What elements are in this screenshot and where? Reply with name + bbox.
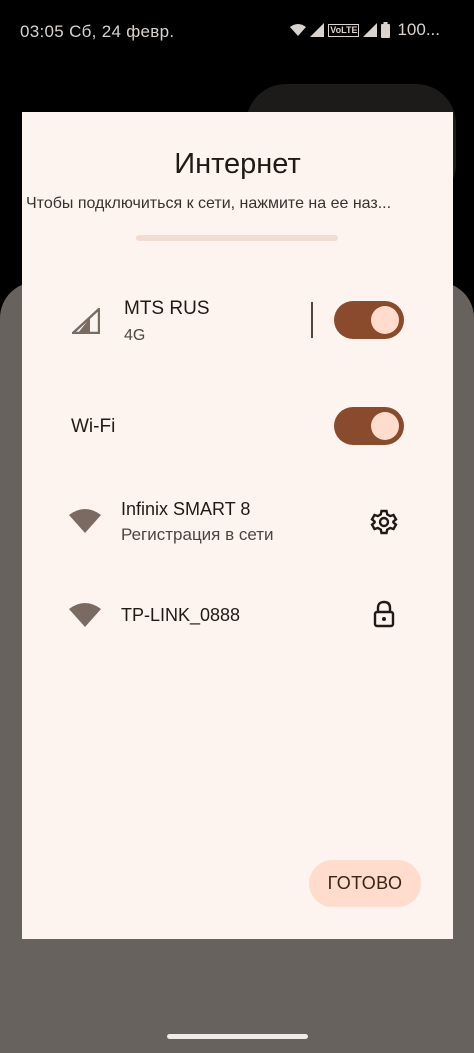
mobile-network-row[interactable]: MTS RUS 4G: [22, 288, 453, 368]
done-button[interactable]: ГОТОВО: [309, 860, 421, 907]
wifi-signal-icon: [68, 602, 102, 633]
cell-signal-icon: [310, 23, 325, 37]
network-name: TP-LINK_0888: [121, 605, 241, 625]
toggle-knob: [371, 306, 399, 334]
battery-icon: [381, 22, 391, 38]
wifi-signal-icon: [290, 23, 307, 37]
wifi-row[interactable]: Wi-Fi: [22, 396, 453, 460]
wifi-label: Wi-Fi: [71, 416, 116, 437]
volte-badge: VoLTE: [328, 23, 360, 37]
battery-percent: 100...: [397, 20, 440, 39]
mobile-network-type: 4G: [124, 327, 146, 344]
progress-divider: [136, 235, 338, 241]
gear-icon[interactable]: [370, 508, 398, 541]
dialog-subtitle: Чтобы подключиться к сети, нажмите на ее…: [26, 195, 392, 212]
wifi-toggle[interactable]: [334, 407, 404, 445]
network-item[interactable]: Infinix SMART 8 Регистрация в сети: [22, 484, 453, 560]
toggle-knob: [371, 412, 399, 440]
network-name: Infinix SMART 8: [121, 499, 251, 519]
network-item[interactable]: TP-LINK_0888: [22, 582, 453, 646]
cell-signal-icon: [69, 306, 101, 339]
wifi-signal-icon: [68, 508, 102, 539]
dialog-title: Интернет: [174, 148, 301, 180]
status-time: 03:05 Сб, 24 февр.: [20, 22, 175, 41]
separator-line: [311, 302, 313, 338]
navigation-handle[interactable]: [167, 1034, 308, 1039]
mobile-network-name: MTS RUS: [124, 298, 210, 319]
status-icons: VoLTE 100...: [290, 20, 440, 40]
lock-icon: [373, 600, 395, 633]
internet-dialog: Интернет Чтобы подключиться к сети, нажм…: [22, 112, 453, 939]
cell-signal-icon-2: [363, 23, 378, 37]
mobile-data-toggle[interactable]: [334, 301, 404, 339]
status-bar: 03:05 Сб, 24 февр. VoLTE 100...: [0, 0, 474, 64]
network-status: Регистрация в сети: [121, 525, 274, 544]
